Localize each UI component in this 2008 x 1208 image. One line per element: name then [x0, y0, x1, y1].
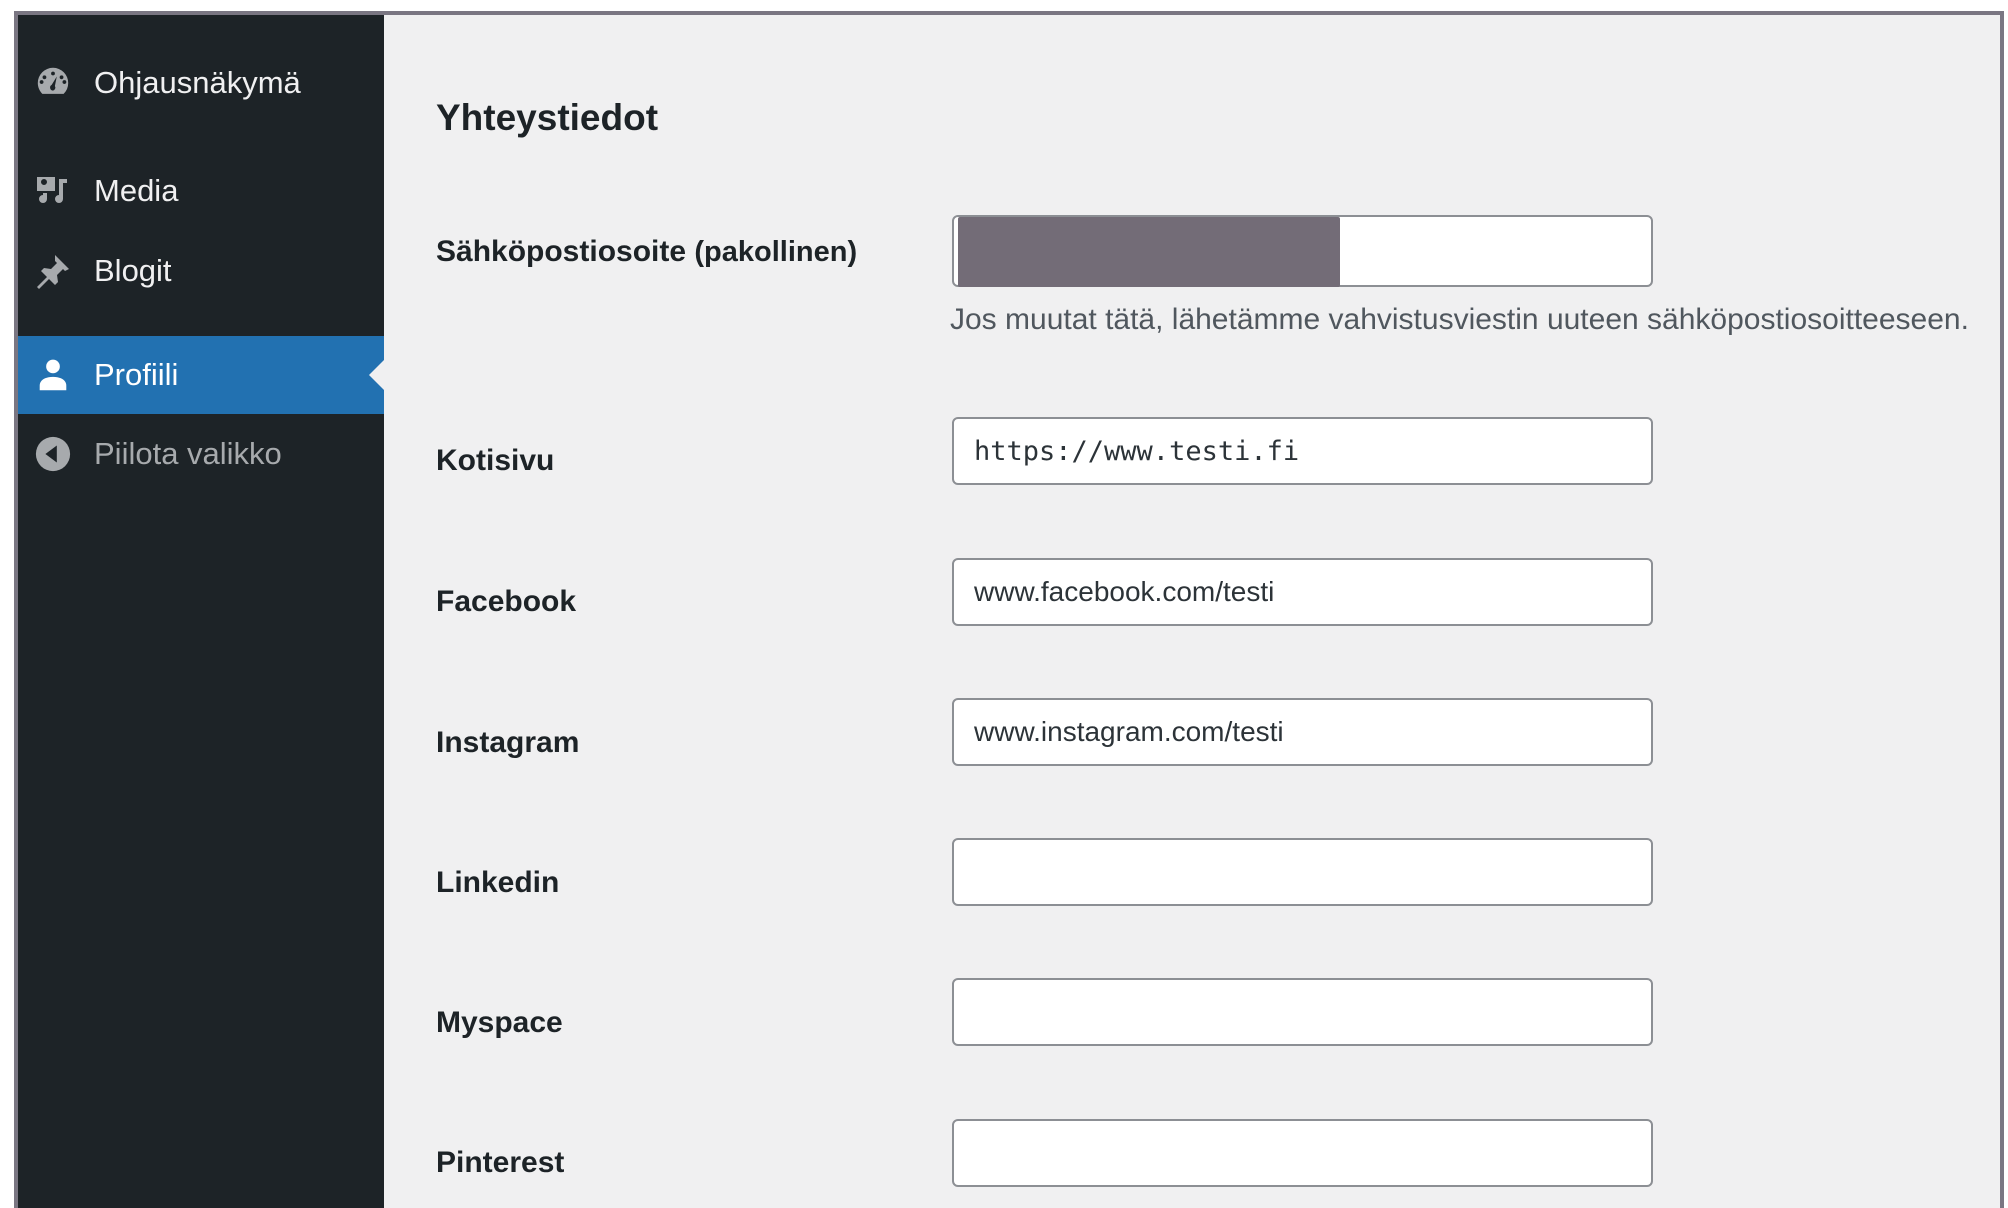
admin-sidebar: Ohjausnäkymä Media Blogit Profiili Piilo — [18, 15, 384, 1208]
app-window: Ohjausnäkymä Media Blogit Profiili Piilo — [14, 11, 2004, 1208]
collapse-icon — [32, 433, 74, 475]
myspace-label: Myspace — [436, 1006, 563, 1039]
sidebar-item-profile[interactable]: Profiili — [18, 336, 384, 414]
website-label: Kotisivu — [436, 444, 555, 477]
website-field[interactable] — [952, 417, 1653, 485]
user-icon — [32, 354, 74, 396]
sidebar-item-dashboard[interactable]: Ohjausnäkymä — [18, 44, 384, 122]
sidebar-item-blogs[interactable]: Blogit — [18, 232, 384, 310]
email-label-text: Sähköpostiosoite — [436, 235, 687, 268]
sidebar-item-label: Media — [94, 173, 179, 208]
media-icon — [32, 170, 74, 212]
sidebar-item-label: Piilota valikko — [94, 436, 282, 471]
pinterest-field[interactable] — [952, 1119, 1653, 1187]
linkedin-field[interactable] — [952, 838, 1653, 906]
sidebar-item-label: Profiili — [94, 357, 179, 392]
facebook-field[interactable] — [952, 558, 1653, 626]
profile-content: Yhteystiedot Sähköpostiosoite (pakolline… — [384, 15, 2000, 1208]
instagram-label: Instagram — [436, 726, 580, 759]
myspace-field[interactable] — [952, 978, 1653, 1046]
section-title: Yhteystiedot — [436, 97, 659, 138]
pushpin-icon — [32, 250, 74, 292]
instagram-field[interactable] — [952, 698, 1653, 766]
dashboard-icon — [32, 62, 74, 104]
sidebar-item-label: Blogit — [94, 253, 172, 288]
sidebar-item-label: Ohjausnäkymä — [94, 65, 301, 100]
pinterest-label: Pinterest — [436, 1146, 565, 1179]
required-note: (pakollinen) — [694, 236, 858, 268]
email-description: Jos muutat tätä, lähetämme vahvistusvies… — [950, 303, 1969, 336]
collapse-menu-button[interactable]: Piilota valikko — [18, 415, 384, 493]
facebook-label: Facebook — [436, 585, 577, 618]
email-field-wrapper — [952, 215, 1653, 287]
redacted-email-overlay — [958, 217, 1340, 287]
email-label: Sähköpostiosoite (pakollinen) — [436, 235, 857, 269]
sidebar-item-media[interactable]: Media — [18, 152, 384, 230]
linkedin-label: Linkedin — [436, 866, 560, 899]
